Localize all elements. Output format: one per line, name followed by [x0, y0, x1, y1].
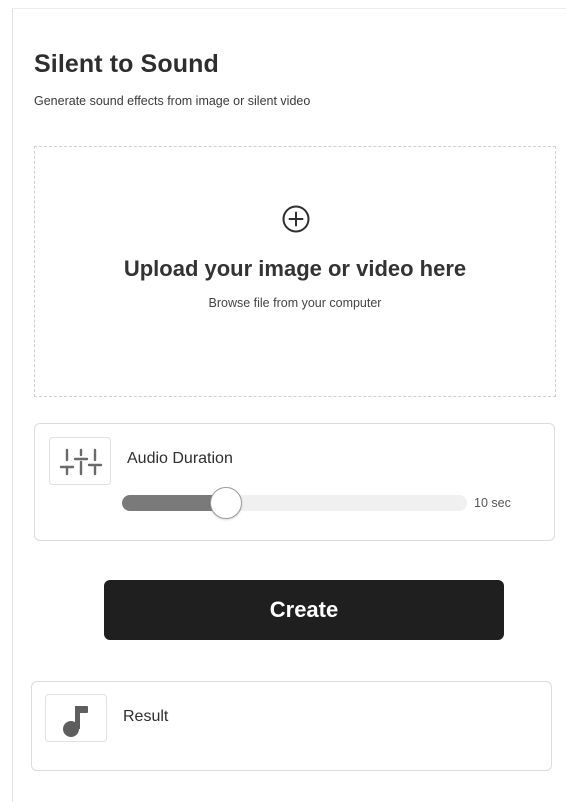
upload-title: Upload your image or video here	[123, 256, 467, 281]
sliders-icon	[59, 448, 103, 476]
audio-duration-label: Audio Duration	[127, 450, 233, 467]
duration-value: 10 sec	[474, 496, 511, 510]
upload-hint[interactable]: Browse file from your computer	[0, 296, 566, 310]
result-label: Result	[123, 708, 169, 725]
sliders-icon-box	[49, 437, 111, 485]
music-note-icon	[63, 706, 88, 737]
create-button[interactable]: Create	[104, 580, 504, 640]
result-card	[31, 681, 552, 771]
page-subtitle: Generate sound effects from image or sil…	[34, 94, 311, 108]
plus-circle-icon[interactable]	[278, 201, 314, 237]
audio-duration-card	[34, 423, 555, 541]
duration-slider-thumb[interactable]	[209, 487, 242, 519]
music-icon-box	[45, 694, 107, 742]
page-title: Silent to Sound	[34, 50, 219, 78]
